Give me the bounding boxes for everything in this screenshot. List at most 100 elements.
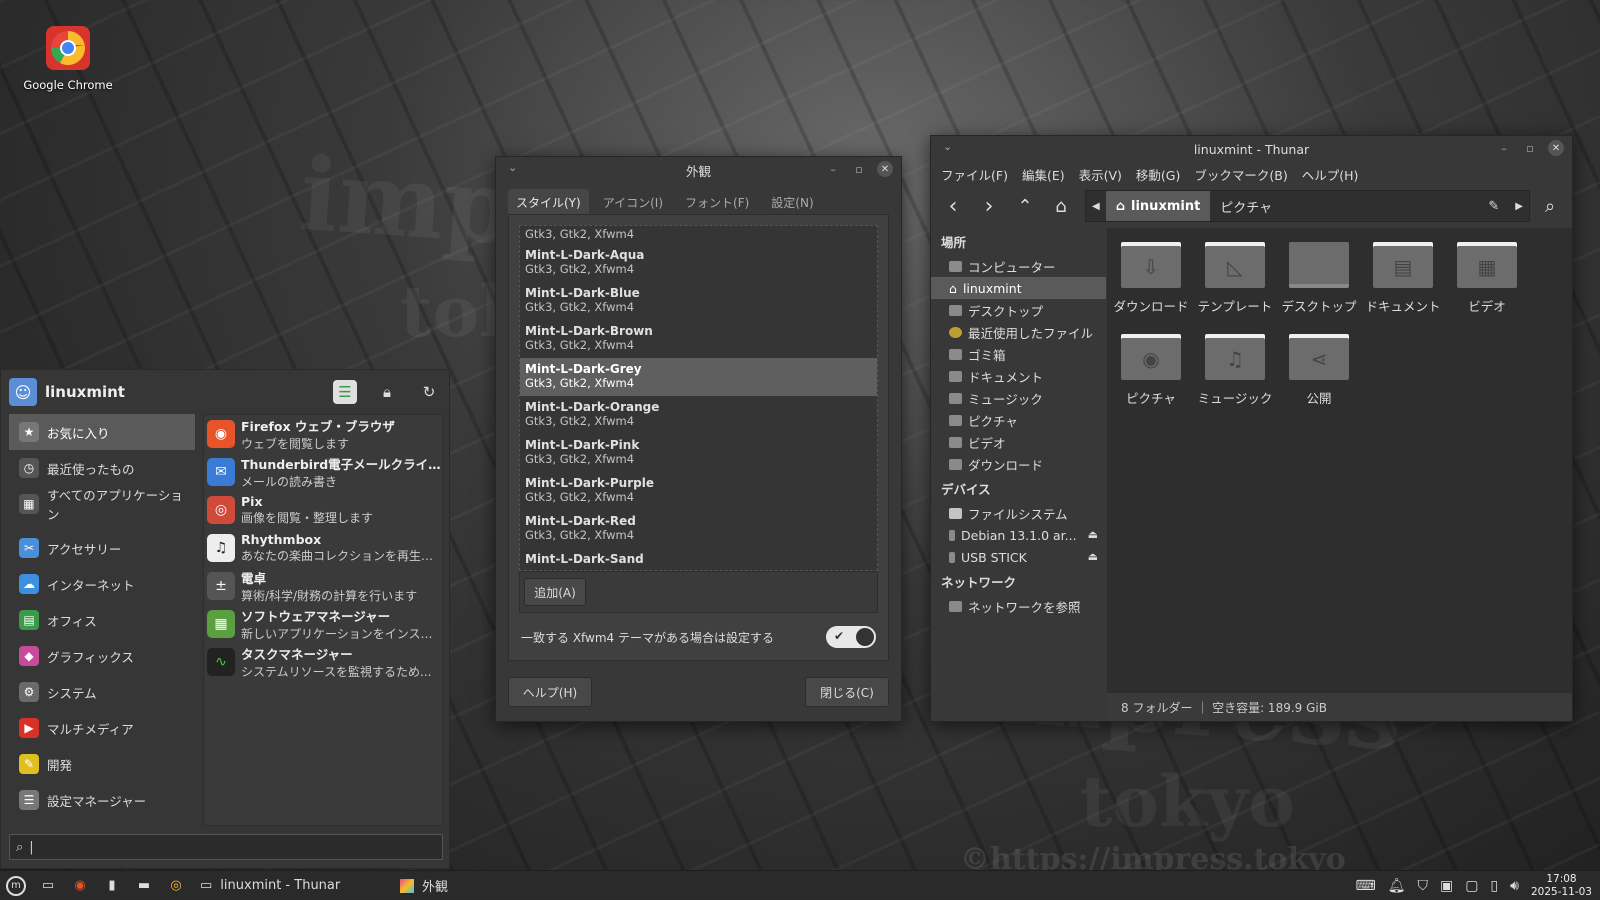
theme-item-selected[interactable]: Mint-L-Dark-Grey Gtk3, Gtk2, Xfwm4 [520, 358, 877, 396]
sidebar-item-computer[interactable]: コンピューター [931, 255, 1106, 277]
folder-item[interactable]: ⇩ ダウンロード [1109, 242, 1193, 315]
app-item-calculator[interactable]: ± 電卓 算術/科学/財務の計算を行います [204, 567, 442, 605]
minimize-button[interactable]: – [825, 161, 841, 177]
battery-icon[interactable]: ▯ [1490, 878, 1498, 894]
app-item-rhythmbox[interactable]: ♫ Rhythmbox あなたの楽曲コレクションを再生、... [204, 529, 442, 567]
folder-item[interactable]: デスクトップ [1277, 242, 1361, 315]
category-system[interactable]: ⚙ システム [9, 674, 195, 710]
lock-icon[interactable]: 🔒︎ [375, 380, 399, 404]
sidebar-item-trash[interactable]: ゴミ箱 [931, 343, 1106, 365]
category-all-apps[interactable]: ▦ すべてのアプリケーション [9, 486, 195, 522]
up-icon[interactable]: ⌃ [1009, 190, 1041, 222]
file-view[interactable]: ⇩ ダウンロード ◺ テンプレート デスクトップ ▤ ドキュメント ▦ ビデオ … [1107, 228, 1572, 693]
app-item-thunderbird[interactable]: ✉ Thunderbird電子メールクライア... メールの読み書き [204, 453, 442, 491]
title-bar[interactable]: ⌄ linuxmint - Thunar – ▫ ✕ [931, 136, 1572, 162]
logout-icon[interactable]: ↻ [417, 380, 441, 404]
sidebar-item-desktop[interactable]: デスクトップ [931, 299, 1106, 321]
sidebar-item-music[interactable]: ミュージック [931, 387, 1106, 409]
menu-go[interactable]: 移動(G) [1136, 165, 1180, 184]
home-icon[interactable]: ⌂ [1045, 190, 1077, 222]
clock[interactable]: 17:08 2025-11-03 [1531, 873, 1592, 899]
firefox-icon[interactable]: ◉ [64, 871, 96, 900]
folder-item[interactable]: ▤ ドキュメント [1361, 242, 1445, 315]
app-item-pix[interactable]: ◎ Pix 画像を閲覧・整理します [204, 491, 442, 529]
category-development[interactable]: ✎ 開発 [9, 746, 195, 782]
sidebar-item-home[interactable]: ⌂ linuxmint [931, 277, 1106, 299]
theme-item[interactable]: Mint-L-Dark-Orange Gtk3, Gtk2, Xfwm4 [520, 396, 877, 434]
back-icon[interactable]: ‹ [937, 190, 969, 222]
window-icon[interactable]: ▢ [1465, 878, 1478, 894]
window-menu-icon[interactable]: ⌄ [508, 161, 517, 174]
tab-style[interactable]: スタイル(Y) [508, 189, 589, 216]
category-internet[interactable]: ☁ インターネット [9, 566, 195, 602]
volume-icon[interactable]: 🔊︎ [1510, 878, 1519, 894]
theme-item[interactable]: Mint-L-Dark-Brown Gtk3, Gtk2, Xfwm4 [520, 320, 877, 358]
xfwm4-theme-toggle[interactable]: ✔ [826, 626, 876, 648]
tab-fonts[interactable]: フォント(F) [677, 189, 757, 216]
shield-icon[interactable]: ⛉ [1417, 878, 1428, 894]
path-scroll-right-icon[interactable]: ▶ [1509, 191, 1529, 221]
edit-location-icon[interactable]: ✎ [1478, 191, 1509, 221]
sidebar-item-documents[interactable]: ドキュメント [931, 365, 1106, 387]
tab-settings[interactable]: 設定(N) [763, 189, 821, 216]
add-theme-button[interactable]: 追加(A) [524, 578, 586, 606]
app-item-software-manager[interactable]: ▦ ソフトウェアマネージャー 新しいアプリケーションをインスト... [204, 605, 442, 643]
sidebar-item-debian-media[interactable]: Debian 13.1.0 ar... ⏏ [931, 524, 1106, 546]
show-desktop-icon[interactable]: ▭ [32, 871, 64, 900]
theme-item[interactable]: Mint-L-Dark-Sand [520, 548, 877, 570]
task-appearance[interactable]: 外観 [392, 871, 512, 900]
keyboard-icon[interactable]: ⌨ [1355, 878, 1375, 894]
theme-item[interactable]: Mint-L-Dark-Purple Gtk3, Gtk2, Xfwm4 [520, 472, 877, 510]
folder-item[interactable]: ▦ ビデオ [1445, 242, 1529, 315]
category-recent[interactable]: ◷ 最近使ったもの [9, 450, 195, 486]
help-button[interactable]: ヘルプ(H) [508, 677, 592, 707]
task-thunar[interactable]: ▭ linuxmint - Thunar [192, 871, 392, 900]
menu-button[interactable]: m [0, 871, 32, 900]
minimize-button[interactable]: – [1496, 140, 1512, 156]
search-input[interactable]: ⌕ | [9, 834, 443, 860]
folder-item[interactable]: ♫ ミュージック [1193, 334, 1277, 407]
sidebar-item-videos[interactable]: ビデオ [931, 431, 1106, 453]
clipboard-icon[interactable]: ▣ [1440, 878, 1453, 894]
terminal-icon[interactable]: ▮ [96, 871, 128, 900]
app-item-firefox[interactable]: ◉ Firefox ウェブ・ブラウザ ウェブを閲覧します [204, 415, 442, 453]
chrome-icon[interactable]: ◎ [160, 871, 192, 900]
settings-manager-icon[interactable]: ☰ [333, 380, 357, 404]
category-accessories[interactable]: ✂ アクセサリー [9, 530, 195, 566]
close-button[interactable]: 閉じる(C) [805, 677, 889, 707]
menu-file[interactable]: ファイル(F) [941, 165, 1008, 184]
search-icon[interactable]: ⌕ [1534, 190, 1566, 222]
close-window-button[interactable]: ✕ [1548, 140, 1564, 156]
forward-icon[interactable]: › [973, 190, 1005, 222]
notification-bell-icon[interactable]: 🔔︎ [1388, 878, 1406, 894]
title-bar[interactable]: ⌄ 外観 – ▫ ✕ [496, 157, 901, 183]
folder-item[interactable]: ⋖ 公開 [1277, 334, 1361, 407]
category-favorites[interactable]: ★ お気に入り [9, 414, 195, 450]
sidebar-item-usb-stick[interactable]: USB STICK ⏏ [931, 546, 1106, 568]
path-scroll-left-icon[interactable]: ◀ [1086, 191, 1106, 221]
desktop-icon-chrome[interactable]: Google Chrome [18, 22, 118, 92]
menu-view[interactable]: 表示(V) [1079, 165, 1122, 184]
sidebar-item-filesystem[interactable]: ファイルシステム [931, 502, 1106, 524]
theme-item[interactable]: Mint-L-Dark-Pink Gtk3, Gtk2, Xfwm4 [520, 434, 877, 472]
theme-item[interactable]: Mint-L-Dark-Red Gtk3, Gtk2, Xfwm4 [520, 510, 877, 548]
category-multimedia[interactable]: ▶ マルチメディア [9, 710, 195, 746]
theme-item[interactable]: Mint-L-Dark-Aqua Gtk3, Gtk2, Xfwm4 [520, 244, 877, 282]
window-menu-icon[interactable]: ⌄ [943, 140, 952, 153]
theme-item[interactable]: Mint-L-Dark-Blue Gtk3, Gtk2, Xfwm4 [520, 282, 877, 320]
app-item-task-manager[interactable]: ∿ タスクマネージャー システムリソースを監視するため... [204, 643, 442, 681]
tab-icons[interactable]: アイコン(I) [595, 189, 671, 216]
files-icon[interactable]: ▬ [128, 871, 160, 900]
category-graphics[interactable]: ◆ グラフィックス [9, 638, 195, 674]
breadcrumb-linuxmint[interactable]: ⌂ linuxmint [1105, 191, 1211, 221]
breadcrumb-pictures[interactable]: ピクチャ [1210, 191, 1282, 221]
close-window-button[interactable]: ✕ [877, 161, 893, 177]
sidebar-item-browse-network[interactable]: ネットワークを参照 [931, 595, 1106, 617]
eject-icon[interactable]: ⏏ [1088, 528, 1098, 541]
maximize-button[interactable]: ▫ [851, 161, 867, 177]
maximize-button[interactable]: ▫ [1522, 140, 1538, 156]
folder-item[interactable]: ◺ テンプレート [1193, 242, 1277, 315]
sidebar-item-recent[interactable]: 最近使用したファイル [931, 321, 1106, 343]
category-office[interactable]: ▤ オフィス [9, 602, 195, 638]
eject-icon[interactable]: ⏏ [1088, 550, 1098, 563]
